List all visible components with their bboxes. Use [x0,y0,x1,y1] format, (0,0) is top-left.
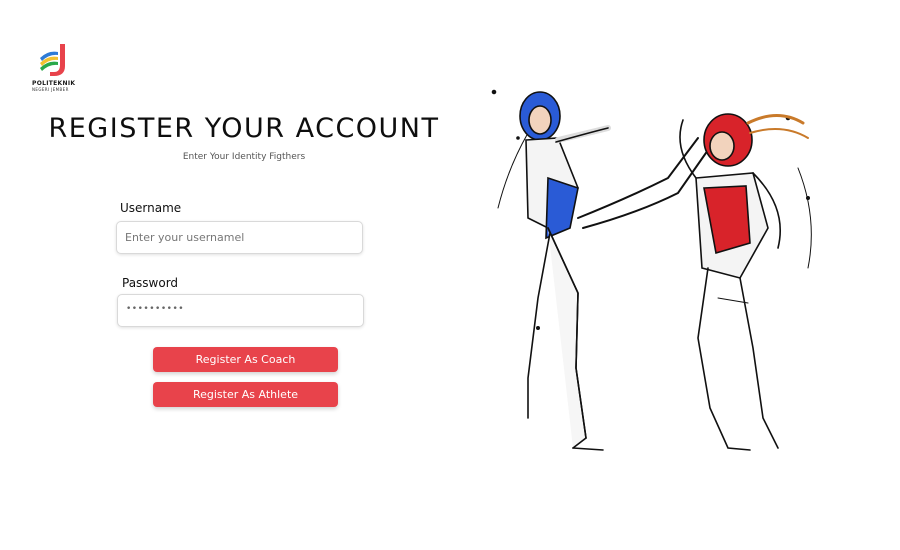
polije-logo-mark [40,44,65,76]
taekwondo-fighters-illustration [491,89,812,451]
password-label: Password [122,276,179,290]
username-label: Username [120,201,182,215]
polije-logo: POLITEKNIK NEGERI JEMBER [30,42,80,94]
page-title: REGISTER YOUR ACCOUNT [48,113,440,144]
logo-text-line1: POLITEKNIK [32,80,76,87]
password-input[interactable] [117,294,364,327]
username-input[interactable] [116,221,363,254]
page-subtitle: Enter Your Identity Figthers [182,152,306,162]
register-athlete-button[interactable]: Register As Athlete [153,382,338,407]
logo-text-line2: NEGERI JEMBER [32,87,69,92]
register-coach-button[interactable]: Register As Coach [153,347,338,372]
